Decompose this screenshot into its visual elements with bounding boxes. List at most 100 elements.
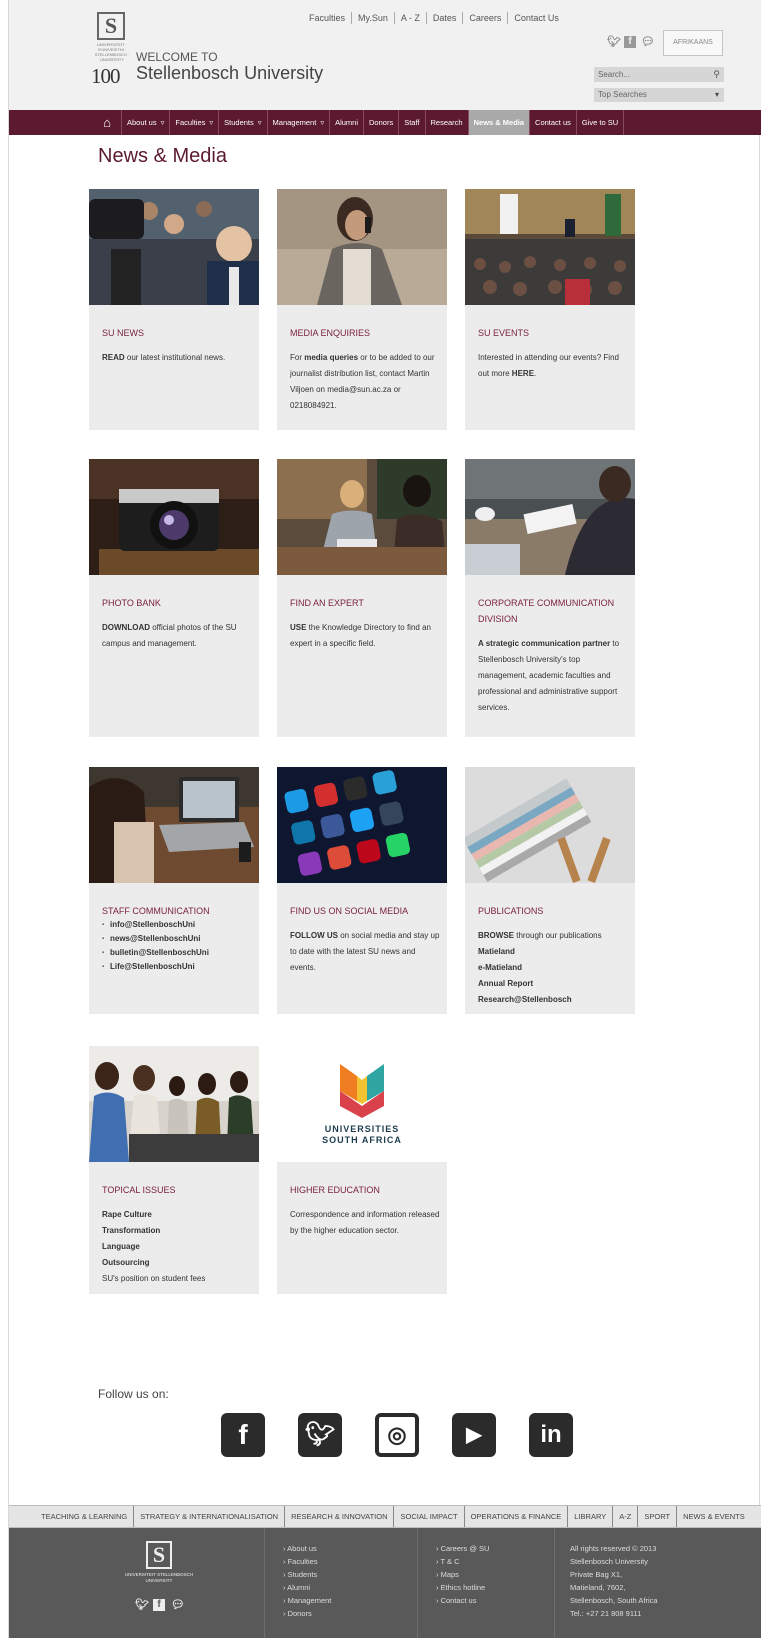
- top-link-a-z[interactable]: A - Z: [395, 12, 427, 24]
- card-title[interactable]: PHOTO BANK: [102, 595, 252, 611]
- nav-item-faculties[interactable]: Faculties ▿: [169, 110, 218, 135]
- publication-link-e-matieland[interactable]: e-Matieland: [478, 960, 628, 976]
- follow-label: Follow us on:: [98, 1387, 169, 1401]
- top-link-careers[interactable]: Careers: [463, 12, 509, 24]
- linkedin-icon[interactable]: in: [529, 1413, 573, 1457]
- topic-link-rape-culture[interactable]: Rape Culture: [102, 1207, 252, 1223]
- nav-item-management[interactable]: Management ▿: [266, 110, 330, 135]
- nav-item-label: Give to SU: [581, 118, 619, 127]
- footer-link-social-impact[interactable]: SOCIAL IMPACT: [394, 1506, 465, 1527]
- search-input[interactable]: Search... ⚲: [594, 67, 724, 82]
- nav-item-students[interactable]: Students ▿: [218, 110, 266, 135]
- footer-link-operations-finance[interactable]: OPERATIONS & FINANCE: [465, 1506, 569, 1527]
- nav-item-alumni[interactable]: Alumni: [329, 110, 363, 135]
- card-title[interactable]: SU EVENTS: [478, 325, 628, 341]
- card-social-media[interactable]: FIND US ON SOCIAL MEDIA FOLLOW US on soc…: [277, 767, 447, 1014]
- nav-item-donors[interactable]: Donors: [363, 110, 398, 135]
- footer-link-a-z[interactable]: A-Z: [613, 1506, 639, 1527]
- footer-link-research-innovation[interactable]: RESEARCH & INNOVATION: [285, 1506, 395, 1527]
- nav-item-news-media[interactable]: News & Media: [467, 110, 530, 135]
- footer-link-strategy-internationalisation[interactable]: STRATEGY & INTERNATIONALISATION: [134, 1506, 286, 1527]
- university-crest-logo[interactable]: S: [97, 12, 125, 40]
- facebook-icon[interactable]: f: [624, 36, 636, 48]
- events-here-link[interactable]: HERE: [512, 369, 534, 378]
- facebook-icon[interactable]: f: [153, 1599, 165, 1611]
- university-name[interactable]: Stellenbosch University: [136, 63, 323, 84]
- staff-link-info[interactable]: info@StellenboschUni: [102, 918, 252, 932]
- top-link-faculties[interactable]: Faculties: [303, 12, 353, 24]
- card-publications[interactable]: PUBLICATIONS BROWSE through our publicat…: [465, 767, 635, 1014]
- staff-link-bulletin[interactable]: bulletin@StellenboschUni: [102, 946, 252, 960]
- nav-item-contact-us[interactable]: Contact us: [529, 110, 576, 135]
- footer-link-faculties[interactable]: › Faculties: [283, 1555, 331, 1568]
- search-icon[interactable]: ⚲: [713, 67, 720, 82]
- twitter-icon[interactable]: 🐦︎: [135, 1599, 149, 1611]
- chat-icon[interactable]: 💬︎: [641, 36, 655, 48]
- footer-link-donors[interactable]: › Donors: [283, 1607, 331, 1620]
- footer-link-students[interactable]: › Students: [283, 1568, 331, 1581]
- card-title[interactable]: PUBLICATIONS: [478, 903, 628, 919]
- dropdown-arrow-icon: ▿: [209, 118, 214, 127]
- card-higher-education[interactable]: UNIVERSITIES SOUTH AFRICA HIGHER EDUCATI…: [277, 1046, 447, 1294]
- youtube-icon[interactable]: ▶: [452, 1413, 496, 1457]
- card-title[interactable]: STAFF COMMUNICATION: [102, 903, 252, 919]
- staff-link-life[interactable]: Life@StellenboschUni: [102, 960, 252, 974]
- top-link-mysun[interactable]: My.Sun: [352, 12, 395, 24]
- footer-link-t-c[interactable]: › T & C: [436, 1555, 489, 1568]
- card-find-expert[interactable]: FIND AN EXPERT USE the Knowledge Directo…: [277, 459, 447, 737]
- footer-link-ethics-hotline[interactable]: › Ethics hotline: [436, 1581, 489, 1594]
- footer-link-teaching-learning[interactable]: TEACHING & LEARNING: [35, 1506, 135, 1527]
- footer-link-sport[interactable]: SPORT: [638, 1506, 678, 1527]
- card-title[interactable]: FIND AN EXPERT: [290, 595, 440, 611]
- card-text: For media queries or to be added to our …: [290, 353, 435, 410]
- card-topical-issues[interactable]: TOPICAL ISSUES Rape Culture Transformati…: [89, 1046, 259, 1294]
- staff-link-news[interactable]: news@StellenboschUni: [102, 932, 252, 946]
- card-su-events[interactable]: SU EVENTS Interested in attending our ev…: [465, 189, 635, 430]
- card-staff-communication[interactable]: STAFF COMMUNICATION info@StellenboschUni…: [89, 767, 259, 1014]
- footer-link-library[interactable]: LIBRARY: [568, 1506, 614, 1527]
- home-icon[interactable]: ⌂: [97, 114, 117, 131]
- footer-link-management[interactable]: › Management: [283, 1594, 331, 1607]
- card-title[interactable]: MEDIA ENQUIRIES: [290, 325, 440, 341]
- nav-item-about-us[interactable]: About us ▿: [121, 110, 169, 135]
- publication-link-matieland[interactable]: Matieland: [478, 944, 628, 960]
- footer-link-careers-su[interactable]: › Careers @ SU: [436, 1542, 489, 1555]
- nav-item-staff[interactable]: Staff: [398, 110, 424, 135]
- crest-tagline: UNIVERSITEIT · iYUNIVESITHI · STELLENBOS…: [94, 42, 130, 62]
- twitter-icon[interactable]: 🐦︎: [607, 36, 621, 48]
- card-su-news[interactable]: SU NEWS READ our latest institutional ne…: [89, 189, 259, 430]
- card-title[interactable]: SU NEWS: [102, 325, 252, 341]
- twitter-icon[interactable]: 🐦︎: [298, 1413, 342, 1457]
- topic-link-transformation[interactable]: Transformation: [102, 1223, 252, 1239]
- facebook-icon[interactable]: f: [221, 1413, 265, 1457]
- top-searches-select[interactable]: Top Searches ▾: [594, 88, 724, 102]
- footer-link-contact-us[interactable]: › Contact us: [436, 1594, 489, 1607]
- card-title[interactable]: CORPORATE COMMUNICATION DIVISION: [478, 595, 628, 627]
- footer-crest-logo[interactable]: S: [146, 1541, 172, 1569]
- card-corporate-communication[interactable]: CORPORATE COMMUNICATION DIVISION A strat…: [465, 459, 635, 737]
- footer-link-maps[interactable]: › Maps: [436, 1568, 489, 1581]
- publication-link-research[interactable]: Research@Stellenbosch: [478, 992, 628, 1008]
- card-title[interactable]: TOPICAL ISSUES: [102, 1182, 252, 1198]
- nav-item-research[interactable]: Research: [424, 110, 468, 135]
- footer-link-news-events[interactable]: NEWS & EVENTS: [677, 1506, 751, 1527]
- language-toggle-button[interactable]: AFRIKAANS: [663, 30, 723, 56]
- footer-link-alumni[interactable]: › Alumni: [283, 1581, 331, 1594]
- top-link-dates[interactable]: Dates: [427, 12, 464, 24]
- card-media-enquiries[interactable]: MEDIA ENQUIRIES For media queries or to …: [277, 189, 447, 430]
- footer-social-icons: 🐦︎ f 💬︎: [135, 1599, 185, 1611]
- topic-link-student-fees[interactable]: SU's position on student fees: [102, 1271, 252, 1287]
- card-title[interactable]: HIGHER EDUCATION: [290, 1182, 440, 1198]
- card-text: Correspondence and information released …: [290, 1210, 440, 1235]
- instagram-icon[interactable]: ◎: [375, 1413, 419, 1457]
- chat-icon[interactable]: 💬︎: [171, 1599, 185, 1611]
- topic-link-language[interactable]: Language: [102, 1239, 252, 1255]
- topic-link-outsourcing[interactable]: Outsourcing: [102, 1255, 252, 1271]
- header-social-icons: 🐦︎ f 💬︎: [607, 36, 655, 48]
- card-photo-bank[interactable]: PHOTO BANK DOWNLOAD official photos of t…: [89, 459, 259, 737]
- footer-link-about-us[interactable]: › About us: [283, 1542, 331, 1555]
- nav-item-give-to-su[interactable]: Give to SU: [575, 110, 625, 135]
- card-title[interactable]: FIND US ON SOCIAL MEDIA: [290, 903, 440, 919]
- publication-link-annual-report[interactable]: Annual Report: [478, 976, 628, 992]
- top-link-contact[interactable]: Contact Us: [508, 12, 565, 24]
